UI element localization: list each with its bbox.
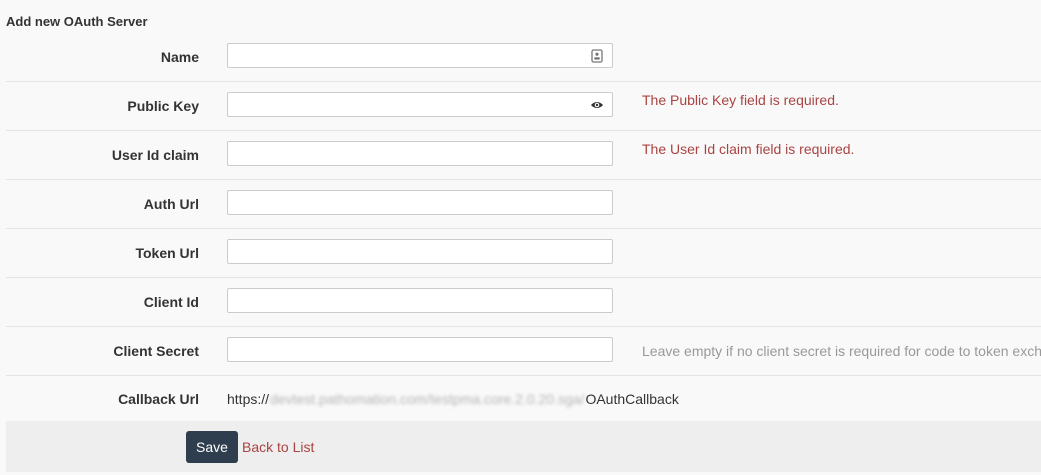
public-key-field-wrapper: [227, 92, 613, 117]
user-id-claim-label: User Id claim: [111, 147, 199, 163]
page-title: Add new OAuth Server: [6, 14, 148, 29]
client-secret-row: Client Secret Leave empty if no client s…: [6, 327, 1041, 376]
name-input[interactable]: [228, 44, 612, 67]
back-to-list-link[interactable]: Back to List: [242, 421, 314, 472]
public-key-label: Public Key: [127, 98, 199, 114]
auth-url-input[interactable]: [228, 191, 612, 214]
contact-card-icon[interactable]: [590, 48, 604, 63]
callback-url-prefix: https://: [227, 391, 270, 407]
auth-url-row: Auth Url: [6, 180, 1041, 229]
auth-url-label: Auth Url: [143, 196, 199, 212]
user-id-claim-error: The User Id claim field is required.: [642, 141, 855, 157]
name-label: Name: [160, 49, 199, 65]
token-url-field-wrapper: [227, 239, 613, 264]
callback-url-label: Callback Url: [118, 391, 199, 407]
user-id-claim-field-wrapper: [227, 141, 613, 166]
auth-url-field-wrapper: [227, 190, 613, 215]
user-id-claim-input[interactable]: [228, 142, 612, 165]
client-id-input[interactable]: [228, 289, 612, 312]
name-row: Name: [6, 33, 1041, 82]
token-url-row: Token Url: [6, 229, 1041, 278]
callback-url-host-redacted: devtest.pathomation.com/testpma.core.2.0…: [270, 391, 585, 407]
client-secret-label: Client Secret: [113, 343, 199, 359]
user-id-claim-row: User Id claim The User Id claim field is…: [6, 131, 1041, 180]
name-field-wrapper: [227, 43, 613, 68]
token-url-input[interactable]: [228, 240, 612, 263]
public-key-error: The Public Key field is required.: [642, 92, 839, 108]
eye-icon[interactable]: [590, 98, 604, 112]
callback-url-suffix: OAuthCallback: [585, 391, 679, 407]
client-id-label: Client Id: [143, 294, 199, 310]
client-secret-field-wrapper: [227, 337, 613, 362]
oauth-server-form: Name Public Key The Public Key field is …: [6, 33, 1041, 422]
public-key-input[interactable]: [228, 93, 612, 116]
public-key-row: Public Key The Public Key field is requi…: [6, 82, 1041, 131]
client-secret-hint: Leave empty if no client secret is requi…: [642, 343, 1041, 359]
callback-url-value: https:// devtest.pathomation.com/testpma…: [227, 376, 679, 422]
client-secret-input[interactable]: [228, 338, 612, 361]
callback-url-row: Callback Url https:// devtest.pathomatio…: [6, 376, 1041, 422]
token-url-label: Token Url: [135, 245, 199, 261]
client-id-row: Client Id: [6, 278, 1041, 327]
form-actions: Save Back to List: [6, 421, 1041, 472]
save-button[interactable]: Save: [186, 431, 238, 463]
client-id-field-wrapper: [227, 288, 613, 313]
